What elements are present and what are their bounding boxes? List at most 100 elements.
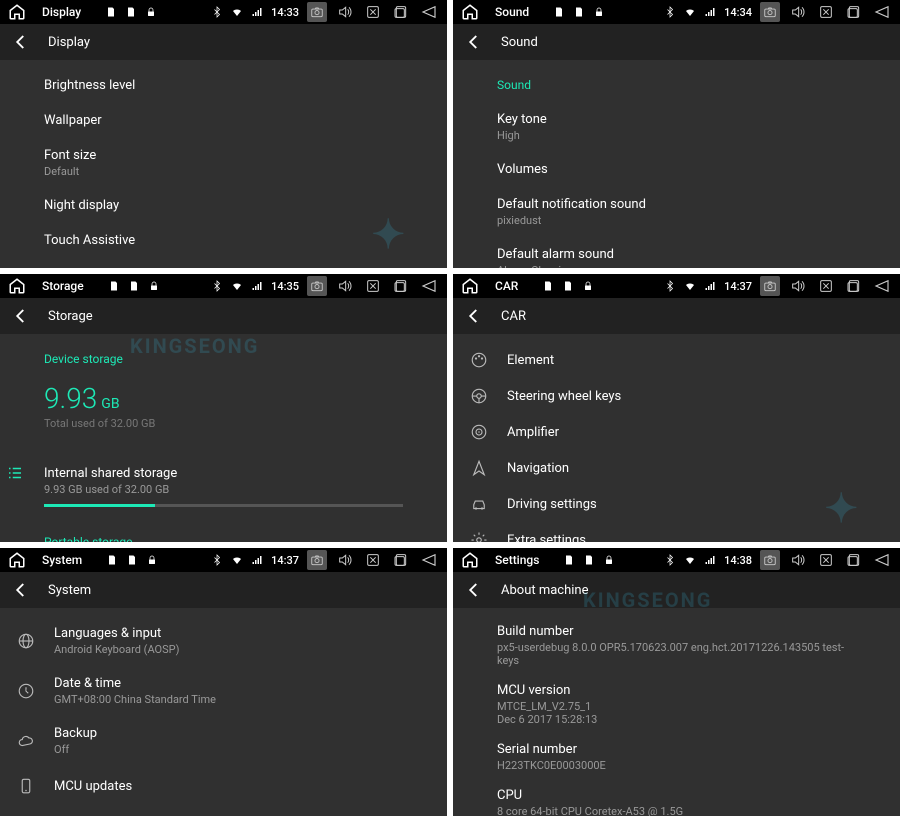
page-title: System xyxy=(48,583,91,598)
screenshot-button[interactable] xyxy=(307,2,327,22)
setting-row[interactable]: Brightness level xyxy=(0,68,447,103)
system-row[interactable]: Languages & inputAndroid Keyboard (AOSP) xyxy=(0,616,447,666)
screenshot-button[interactable] xyxy=(760,550,780,570)
about-row[interactable]: Build numberpx5-userdebug 8.0.0 OPR5.170… xyxy=(453,616,900,675)
car-row[interactable]: Steering wheel keys xyxy=(453,378,900,414)
row-primary: Amplifier xyxy=(507,425,559,440)
about-row[interactable]: MCU versionMTCE_LM_V2.75_1 Dec 6 2017 15… xyxy=(453,675,900,734)
back-nav-button[interactable] xyxy=(872,2,892,22)
home-icon[interactable] xyxy=(461,3,479,21)
system-row[interactable]: System updates xyxy=(0,806,447,816)
status-bar: Sound14:34 xyxy=(453,0,900,24)
setting-row[interactable]: Font sizeDefault xyxy=(0,138,447,188)
setting-row[interactable]: Default notification soundpixiedust xyxy=(453,187,900,237)
back-icon[interactable] xyxy=(12,307,30,325)
sd-icon xyxy=(562,280,574,292)
storage-row[interactable]: Internal shared storage9.93 GB used of 3… xyxy=(0,456,447,498)
back-nav-button[interactable] xyxy=(872,550,892,570)
wifi-icon xyxy=(231,6,243,18)
recent-button[interactable] xyxy=(391,276,411,296)
home-icon[interactable] xyxy=(8,277,26,295)
back-icon[interactable] xyxy=(12,33,30,51)
volume-button[interactable] xyxy=(788,276,808,296)
close-button[interactable] xyxy=(363,276,383,296)
row-primary: Font size xyxy=(44,148,403,163)
screenshot-button[interactable] xyxy=(307,276,327,296)
page-header: System xyxy=(0,572,447,608)
home-icon[interactable] xyxy=(461,277,479,295)
screenshot-button[interactable] xyxy=(307,550,327,570)
row-primary: CPU xyxy=(497,788,856,803)
row-primary: Volumes xyxy=(497,162,856,177)
back-icon[interactable] xyxy=(12,581,30,599)
setting-row[interactable]: Touch Assistive xyxy=(0,223,447,258)
system-row[interactable]: Date & timeGMT+08:00 China Standard Time xyxy=(0,666,447,716)
back-icon[interactable] xyxy=(465,33,483,51)
car-row[interactable]: Amplifier xyxy=(453,414,900,450)
close-button[interactable] xyxy=(816,2,836,22)
volume-button[interactable] xyxy=(335,276,355,296)
screenshot-button[interactable] xyxy=(760,276,780,296)
about-row[interactable]: CPU8 core 64-bit CPU Coretex-A53 @ 1.5G xyxy=(453,780,900,816)
setting-row[interactable]: Wallpaper xyxy=(0,103,447,138)
car-row[interactable]: Extra settings xyxy=(453,522,900,542)
home-icon[interactable] xyxy=(8,551,26,569)
back-nav-button[interactable] xyxy=(419,276,439,296)
system-row[interactable]: BackupOff xyxy=(0,716,447,766)
bluetooth-icon xyxy=(211,554,223,566)
sd-icon xyxy=(108,280,120,292)
row-secondary: 9.93 GB used of 32.00 GB xyxy=(44,483,403,496)
back-nav-button[interactable] xyxy=(872,276,892,296)
lock-icon xyxy=(145,6,157,18)
status-bar: System14:37 xyxy=(0,548,447,572)
car-row[interactable]: Driving settings xyxy=(453,486,900,522)
recent-button[interactable] xyxy=(844,276,864,296)
back-icon[interactable] xyxy=(465,307,483,325)
home-icon[interactable] xyxy=(8,3,26,21)
status-bar: Storage14:35 xyxy=(0,274,447,298)
close-button[interactable] xyxy=(816,276,836,296)
volume-button[interactable] xyxy=(788,550,808,570)
row-primary: Date & time xyxy=(54,676,431,691)
panel-0: Display14:33DisplayBrightness levelWallp… xyxy=(0,0,447,268)
volume-button[interactable] xyxy=(788,2,808,22)
setting-row[interactable]: Default alarm soundAlarm_Classic xyxy=(453,237,900,268)
setting-row[interactable]: Volumes xyxy=(453,152,900,187)
volume-button[interactable] xyxy=(335,550,355,570)
screenshot-button[interactable] xyxy=(760,2,780,22)
close-button[interactable] xyxy=(816,550,836,570)
wifi-icon xyxy=(684,554,696,566)
panel-content: Build numberpx5-userdebug 8.0.0 OPR5.170… xyxy=(453,608,900,816)
recent-button[interactable] xyxy=(391,550,411,570)
recent-button[interactable] xyxy=(844,2,864,22)
car-icon xyxy=(469,494,489,514)
storage-summary[interactable]: 9.93GBTotal used of 32.00 GB xyxy=(0,376,447,436)
row-primary: Steering wheel keys xyxy=(507,389,621,404)
back-nav-button[interactable] xyxy=(419,2,439,22)
recent-button[interactable] xyxy=(391,2,411,22)
clock-text: 14:38 xyxy=(724,554,752,567)
globe-icon xyxy=(16,631,36,651)
row-primary: Driving settings xyxy=(507,497,597,512)
setting-row[interactable]: Night display xyxy=(0,188,447,223)
nav-icon xyxy=(469,458,489,478)
close-button[interactable] xyxy=(363,2,383,22)
setting-row[interactable]: Key toneHigh xyxy=(453,102,900,152)
sd-icon xyxy=(126,554,138,566)
car-row[interactable]: Element xyxy=(453,342,900,378)
volume-button[interactable] xyxy=(335,2,355,22)
lock-icon xyxy=(593,6,605,18)
clock-icon xyxy=(16,681,36,701)
clock-text: 14:37 xyxy=(724,280,752,293)
home-icon[interactable] xyxy=(461,551,479,569)
close-button[interactable] xyxy=(363,550,383,570)
status-bar: Settings14:38 xyxy=(453,548,900,572)
back-nav-button[interactable] xyxy=(419,550,439,570)
about-row[interactable]: Serial numberH223TKC0E0003000E xyxy=(453,734,900,780)
car-row[interactable]: Navigation xyxy=(453,450,900,486)
system-row[interactable]: MCU updates xyxy=(0,766,447,806)
recent-button[interactable] xyxy=(844,550,864,570)
list-icon[interactable] xyxy=(6,464,24,482)
back-icon[interactable] xyxy=(465,581,483,599)
device-icon xyxy=(16,776,36,796)
